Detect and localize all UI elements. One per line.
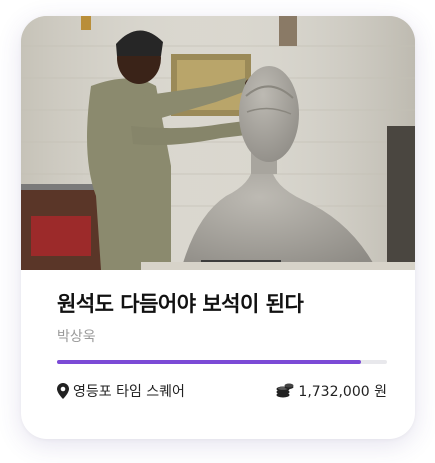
- funding-amount-info: 1,732,000 원: [276, 381, 387, 401]
- location-info: 영등포 타임 스퀘어: [57, 381, 185, 401]
- funding-amount-text: 1,732,000 원: [298, 384, 387, 400]
- map-pin-icon: [57, 383, 69, 399]
- sculptor-photo-illustration: [21, 16, 415, 270]
- location-text: 영등포 타임 스퀘어: [73, 384, 185, 400]
- coin-stack-icon: [276, 383, 294, 399]
- author-name: 박상욱: [57, 329, 96, 345]
- funding-progress-bar: [57, 360, 387, 364]
- project-card[interactable]: 원석도 다듬어야 보석이 된다 박상욱 영등포 타임 스퀘어 1,732,000…: [21, 16, 415, 439]
- project-photo: [21, 16, 415, 270]
- funding-progress-fill: [57, 360, 361, 364]
- project-title[interactable]: 원석도 다듬어야 보석이 된다: [57, 288, 304, 318]
